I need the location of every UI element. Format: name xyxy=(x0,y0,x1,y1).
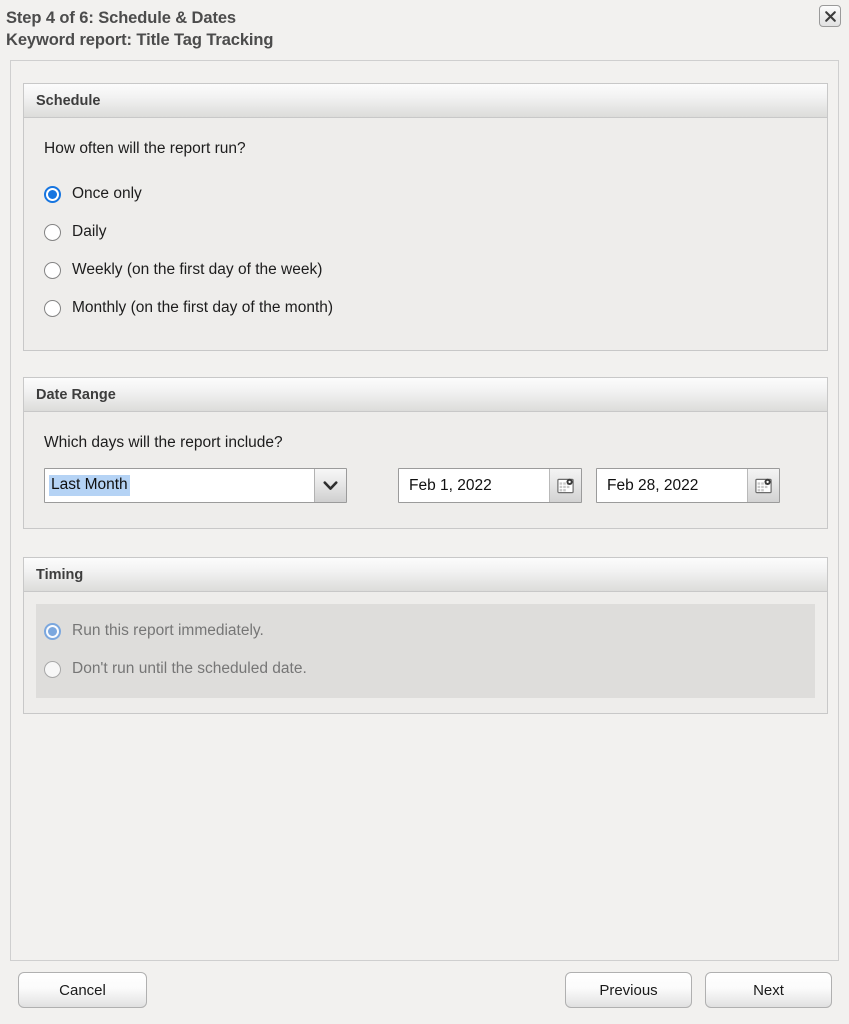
section-date-range-title: Date Range xyxy=(36,386,116,403)
wizard-content-frame: Schedule How often will the report run? … xyxy=(10,60,839,961)
radio-label-wait-scheduled: Don't run until the scheduled date. xyxy=(72,660,307,677)
section-schedule-header: Schedule xyxy=(24,84,827,118)
schedule-radio-group: Once only Daily Weekly (on the first day… xyxy=(24,158,827,327)
date-range-question: Which days will the report include? xyxy=(44,434,283,451)
section-timing-header: Timing xyxy=(24,558,827,592)
radio-label-daily: Daily xyxy=(72,223,107,240)
timing-radio-group-disabled: Run this report immediately. Don't run u… xyxy=(36,604,815,698)
section-schedule-body: How often will the report run? Once only… xyxy=(24,118,827,327)
section-timing-title: Timing xyxy=(36,566,84,583)
radio-icon-weekly[interactable] xyxy=(44,261,61,279)
radio-label-once-only: Once only xyxy=(72,185,142,202)
end-date-value: Feb 28, 2022 xyxy=(607,476,699,494)
cancel-button[interactable]: Cancel xyxy=(18,972,147,1008)
chevron-down-icon[interactable] xyxy=(314,469,346,502)
section-timing-body: Run this report immediately. Don't run u… xyxy=(24,604,827,698)
close-button[interactable] xyxy=(819,5,841,27)
date-preset-value: Last Month xyxy=(49,475,130,496)
section-timing: Timing Run this report immediately. Don'… xyxy=(23,557,828,714)
wizard-header: Step 4 of 6: Schedule & Dates Keyword re… xyxy=(0,0,849,60)
calendar-icon-end[interactable] xyxy=(747,469,779,502)
schedule-question: How often will the report run? xyxy=(44,140,246,157)
date-range-controls: Last Month Feb 1, 2022 Feb 28, 2022 xyxy=(24,452,827,503)
next-button[interactable]: Next xyxy=(705,972,832,1008)
previous-button[interactable]: Previous xyxy=(565,972,692,1008)
section-date-range: Date Range Which days will the report in… xyxy=(23,377,828,529)
radio-option-daily[interactable]: Daily xyxy=(44,213,827,251)
wizard-step-title: Step 4 of 6: Schedule & Dates xyxy=(6,9,236,27)
radio-option-weekly[interactable]: Weekly (on the first day of the week) xyxy=(44,251,827,289)
radio-option-wait-scheduled: Don't run until the scheduled date. xyxy=(44,650,815,688)
radio-label-weekly: Weekly (on the first day of the week) xyxy=(72,261,323,278)
radio-icon-run-immediately xyxy=(44,622,61,640)
date-preset-select[interactable]: Last Month xyxy=(44,468,347,503)
radio-icon-daily[interactable] xyxy=(44,223,61,241)
radio-icon-wait-scheduled xyxy=(44,660,61,678)
start-date-field[interactable]: Feb 1, 2022 xyxy=(398,468,582,503)
close-icon xyxy=(824,10,837,23)
calendar-icon-start[interactable] xyxy=(549,469,581,502)
radio-label-monthly: Monthly (on the first day of the month) xyxy=(72,299,334,316)
section-date-range-body: Which days will the report include? Last… xyxy=(24,412,827,503)
radio-option-monthly[interactable]: Monthly (on the first day of the month) xyxy=(44,289,827,327)
date-preset-value-wrap: Last Month xyxy=(45,469,314,502)
radio-option-run-immediately: Run this report immediately. xyxy=(44,612,815,650)
radio-icon-monthly[interactable] xyxy=(44,299,61,317)
start-date-value: Feb 1, 2022 xyxy=(409,476,492,494)
section-schedule: Schedule How often will the report run? … xyxy=(23,83,828,351)
section-date-range-header: Date Range xyxy=(24,378,827,412)
radio-icon-once-only[interactable] xyxy=(44,185,61,203)
radio-label-run-immediately: Run this report immediately. xyxy=(72,622,264,639)
wizard-report-title: Keyword report: Title Tag Tracking xyxy=(6,31,274,49)
section-schedule-title: Schedule xyxy=(36,92,101,109)
end-date-field[interactable]: Feb 28, 2022 xyxy=(596,468,780,503)
wizard-footer: Cancel Previous Next xyxy=(0,972,849,1016)
radio-option-once-only[interactable]: Once only xyxy=(44,175,827,213)
